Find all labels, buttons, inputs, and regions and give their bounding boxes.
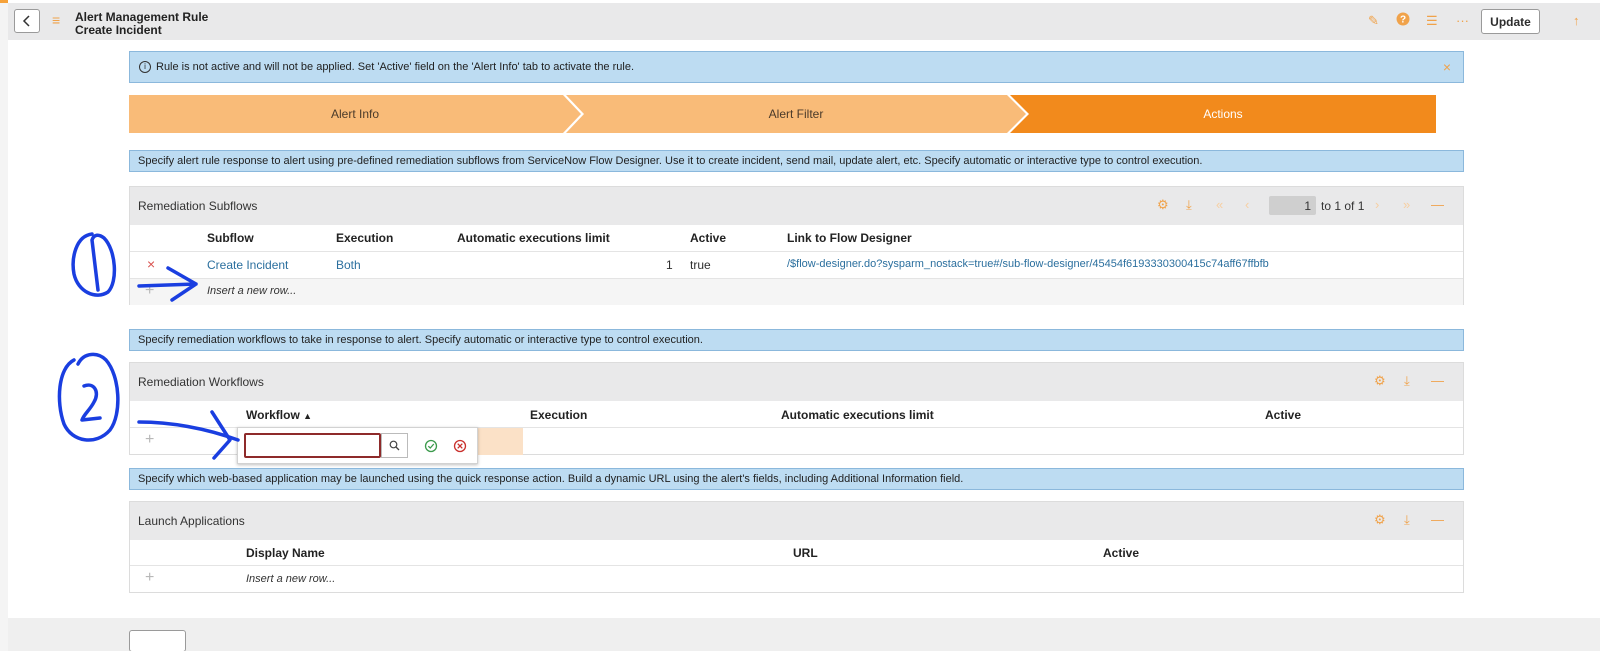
column-workflow-label: Workflow [246,408,300,422]
insert-row-label[interactable]: Insert a new row... [246,573,335,585]
insert-row[interactable]: + Insert a new row... [130,566,1463,593]
collapse-icon[interactable]: — [1431,512,1444,527]
active-value[interactable]: true [690,258,711,272]
scroll-up-icon[interactable]: ↑ [1573,13,1580,28]
app-window: ≡ Alert Management Rule Create Incident … [8,0,1600,651]
pager-text: to 1 of 1 [1321,199,1365,213]
limit-value[interactable]: 1 [666,258,673,272]
gear-icon[interactable]: ⚙ [1157,197,1169,213]
tab-actions[interactable]: Actions [1010,95,1436,133]
settings-icon[interactable]: ☰ [1426,13,1438,29]
insert-row[interactable]: + Insert a new row... [130,279,1463,305]
gear-icon[interactable]: ⚙ [1374,373,1386,389]
menu-icon[interactable]: ≡ [52,12,60,28]
column-execution[interactable]: Execution [336,231,393,245]
column-active[interactable]: Active [1265,408,1301,422]
tab-alert-info[interactable]: Alert Info [129,95,581,133]
column-subflow[interactable]: Subflow [207,231,254,245]
search-icon [389,440,400,451]
column-limit[interactable]: Automatic executions limit [781,408,934,422]
column-limit[interactable]: Automatic executions limit [457,231,610,245]
page-number-input[interactable]: 1 [1269,196,1316,215]
workflow-lookup-input[interactable] [244,433,381,458]
editing-cell[interactable] [478,428,523,455]
collapse-icon[interactable]: — [1431,373,1444,388]
info-icon: i [139,61,151,73]
paperclip-icon[interactable]: ✎ [1368,13,1379,29]
subflows-description: Specify alert rule response to alert usi… [129,150,1464,172]
check-icon[interactable] [424,439,438,453]
list-header: Remediation Subflows ⚙ ⤓ « ‹ 1 to 1 of 1… [130,187,1463,225]
footer-button[interactable] [129,630,186,651]
help-icon[interactable]: ? [1396,12,1410,29]
step-tabs: Alert Info Alert Filter Actions [129,95,1436,133]
list-header: Launch Applications ⚙ ⤓ — [130,502,1463,540]
inactive-rule-warning: i Rule is not active and will not be app… [129,51,1464,83]
column-active[interactable]: Active [1103,546,1139,560]
column-execution[interactable]: Execution [530,408,587,422]
insert-row-label[interactable]: Insert a new row... [207,285,296,297]
add-row-icon[interactable]: + [145,282,154,300]
prev-page-icon[interactable]: ‹ [1245,197,1249,212]
launch-applications-list: Launch Applications ⚙ ⤓ — Display Name U… [129,501,1464,593]
form-title: Alert Management Rule [75,10,209,24]
gear-icon[interactable]: ⚙ [1374,512,1386,528]
execution-value[interactable]: Both [336,258,361,272]
more-icon[interactable]: ··· [1456,13,1469,28]
launch-description: Specify which web-based application may … [129,468,1464,490]
next-page-icon[interactable]: › [1375,197,1379,212]
add-row-icon[interactable]: + [145,569,154,587]
flow-designer-link[interactable]: /$flow-designer.do?sysparm_nostack=true#… [787,258,1269,270]
row-divider [130,251,1463,252]
list-header: Remediation Workflows ⚙ ⤓ — [130,363,1463,401]
record-name: Create Incident [75,23,162,37]
column-workflow[interactable]: Workflow ▲ [246,408,312,422]
add-row-icon[interactable]: + [145,431,154,449]
lookup-button[interactable] [381,433,408,458]
last-page-icon[interactable]: » [1403,197,1410,212]
download-icon[interactable]: ⤓ [1186,197,1192,213]
column-link[interactable]: Link to Flow Designer [787,231,912,245]
download-icon[interactable]: ⤓ [1404,512,1410,528]
remediation-subflows-list: Remediation Subflows ⚙ ⤓ « ‹ 1 to 1 of 1… [129,186,1464,305]
collapse-icon[interactable]: — [1431,197,1444,212]
delete-row-icon[interactable]: × [147,256,155,272]
tab-alert-filter[interactable]: Alert Filter [566,95,1026,133]
form-header: ≡ Alert Management Rule Create Incident … [8,3,1600,40]
list-title: Remediation Subflows [138,199,258,213]
list-title: Remediation Workflows [138,375,264,389]
update-button[interactable]: Update [1481,9,1540,34]
workflows-description: Specify remediation workflows to take in… [129,329,1464,351]
cancel-icon[interactable] [453,439,467,453]
sort-ascending-icon: ▲ [303,411,313,421]
column-display-name[interactable]: Display Name [246,546,325,560]
svg-text:?: ? [1400,15,1406,26]
chevron-left-icon [22,15,30,27]
form-footer [8,618,1600,651]
list-title: Launch Applications [138,514,245,528]
warning-text: Rule is not active and will not be appli… [156,61,635,73]
close-icon[interactable]: × [1443,59,1451,75]
first-page-icon[interactable]: « [1216,197,1223,212]
column-url[interactable]: URL [793,546,818,560]
download-icon[interactable]: ⤓ [1404,373,1410,389]
back-button[interactable] [14,9,40,33]
column-active[interactable]: Active [690,231,726,245]
subflow-link[interactable]: Create Incident [207,258,288,272]
workflow-inline-editor [237,427,478,464]
